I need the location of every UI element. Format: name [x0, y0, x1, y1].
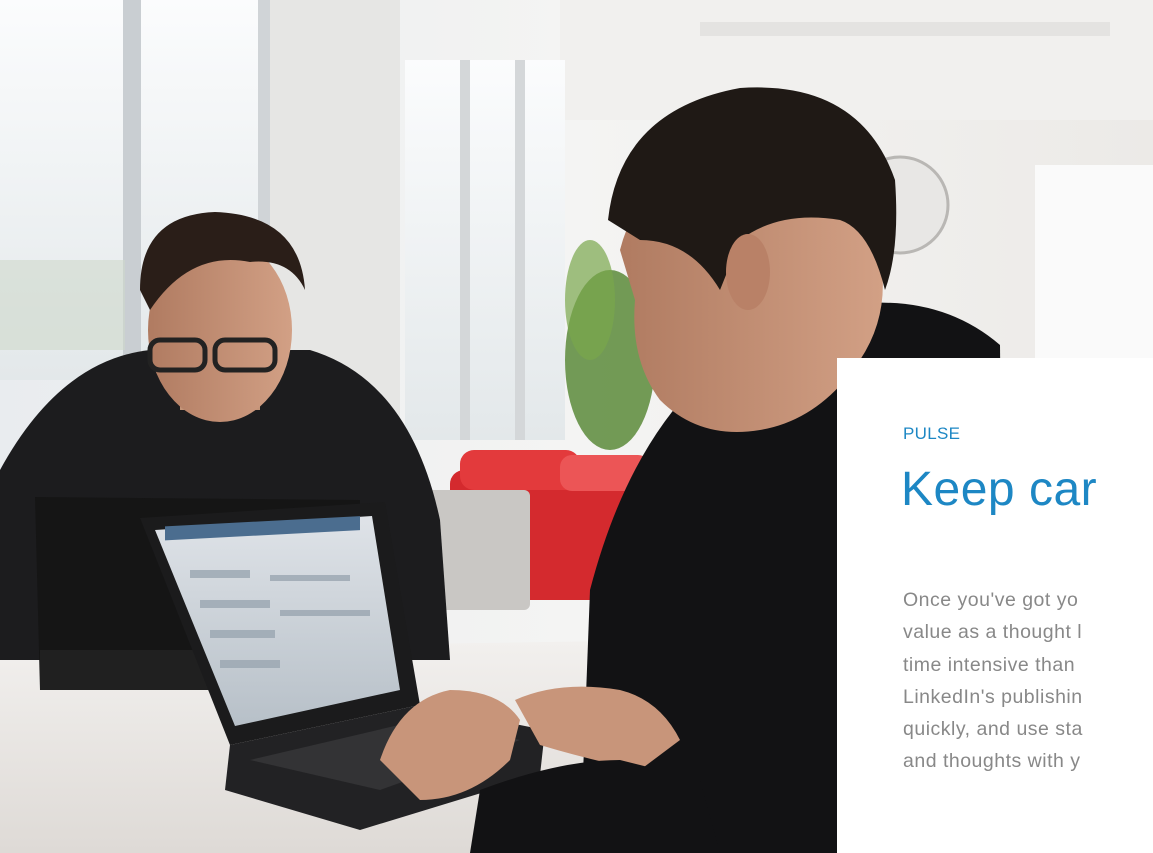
hero-section: PULSE Keep car Once you've got yo value … [0, 0, 1153, 853]
body-line: LinkedIn's publishin [903, 685, 1083, 708]
body-line: value as a thought l [903, 621, 1083, 644]
section-eyebrow: PULSE [903, 424, 961, 443]
body-line: quickly, and use sta [903, 718, 1083, 741]
body-line: time intensive than [903, 653, 1076, 676]
content-card: PULSE Keep car Once you've got yo value … [837, 358, 1153, 853]
card-headline: Keep car [901, 463, 1098, 516]
body-line: and thoughts with y [903, 750, 1081, 773]
card-body: Once you've got yo value as a thought l … [903, 584, 1153, 778]
body-line: Once you've got yo [903, 589, 1079, 611]
